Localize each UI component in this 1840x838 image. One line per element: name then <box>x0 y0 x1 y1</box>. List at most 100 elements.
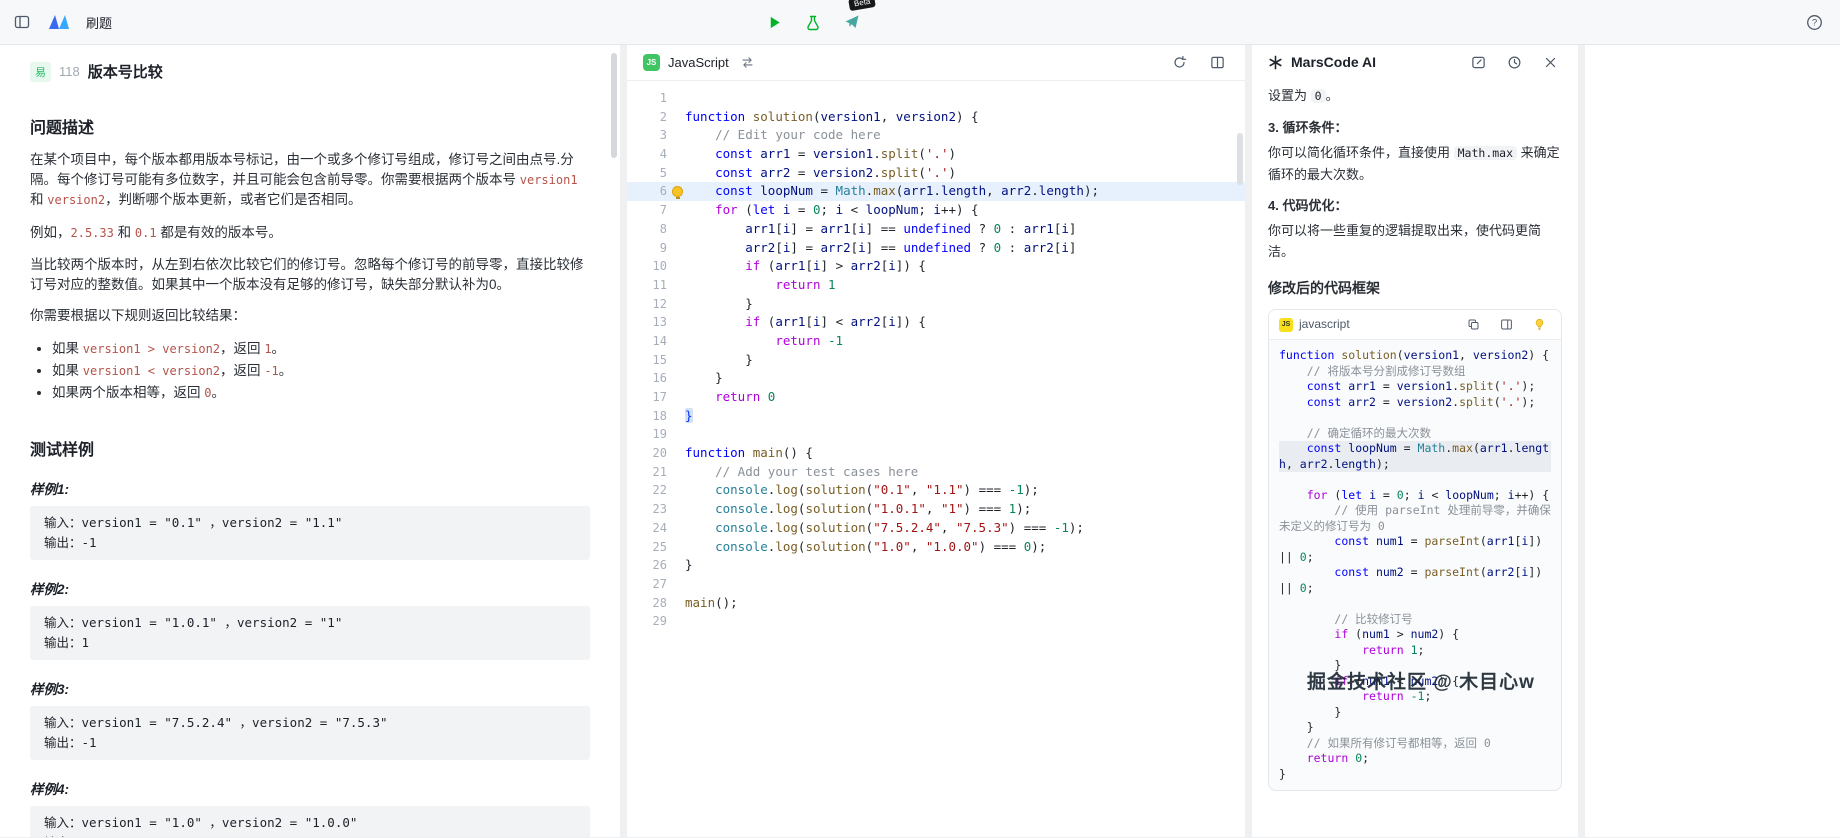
code-line[interactable]: 27 <box>627 575 1245 594</box>
example-output: 输出：-1 <box>44 734 97 750</box>
inline-code: 0 <box>204 385 212 400</box>
text-run: ，返回 <box>220 362 265 378</box>
ai-code-line: // 确定循环的最大次数 <box>1306 425 1431 440</box>
reset-code-icon[interactable] <box>1167 51 1191 75</box>
example-block: 输入：version1 = "1.0.1" ，version2 = "1" 输出：… <box>30 605 590 660</box>
code-line[interactable]: 9 arr2[i] = arr2[i] == undefined ? 0 : a… <box>627 239 1245 258</box>
editor-scrollbar-thumb[interactable] <box>1237 133 1243 185</box>
code-line[interactable]: 13 if (arr1[i] < arr2[i]) { <box>627 313 1245 332</box>
code-line[interactable]: 6 const loopNum = Math.max(arr1.length, … <box>627 182 1245 202</box>
code-line[interactable]: 4 const arr1 = version1.split('.') <box>627 145 1245 164</box>
submit-button[interactable] <box>840 10 864 34</box>
example-input: 输入：version1 = "1.0" ，version2 = "1.0.0" <box>44 814 358 830</box>
ai-code-line <box>1279 472 1551 488</box>
inline-code: version1 > version2 <box>82 341 221 356</box>
ai-code-line: } <box>1279 766 1286 781</box>
copy-code-icon[interactable] <box>1461 313 1485 337</box>
code-line[interactable]: 15 } <box>627 351 1245 370</box>
problem-title: 版本号比较 <box>87 64 163 81</box>
code-line[interactable]: 25 console.log(solution("1.0", "1.0.0") … <box>627 538 1245 557</box>
code-line[interactable]: 14 return -1 <box>627 332 1245 351</box>
code-line[interactable]: 28 main(); <box>627 594 1245 613</box>
code-line[interactable]: 12 } <box>627 295 1245 314</box>
code-line[interactable]: 24 console.log(solution("7.5.2.4", "7.5.… <box>627 519 1245 538</box>
help-icon[interactable]: ? <box>1802 11 1826 35</box>
line-number: 25 <box>652 539 667 554</box>
inline-code: version1 <box>519 172 578 187</box>
inline-code: 0.1 <box>134 225 157 240</box>
text-run: 和 <box>113 224 135 240</box>
topbar: 刷题 Beta ? <box>0 0 1840 45</box>
split-view-icon[interactable] <box>1205 51 1229 75</box>
line-number: 7 <box>659 203 667 218</box>
code-editor[interactable]: 1 2 function solution(version1, version2) … <box>627 81 1245 631</box>
apply-suggestion-icon[interactable] <box>1527 313 1551 337</box>
ai-text: 你可以将一些重复的逻辑提取出来，使代码更简洁。 <box>1268 223 1542 259</box>
line-number: 11 <box>652 277 667 292</box>
code-line[interactable]: 16 } <box>627 369 1245 388</box>
code-line[interactable]: 21 // Add your test cases here <box>627 463 1245 482</box>
code-line[interactable]: 5 const arr2 = version2.split('.') <box>627 164 1245 183</box>
text-run: 如果 <box>52 362 83 378</box>
sidebar-toggle-icon[interactable] <box>10 10 34 34</box>
ai-code-line: // 比较修订号 <box>1334 611 1413 626</box>
code-line[interactable]: 26} <box>627 556 1245 575</box>
paragraph: 例如，2.5.33 和 0.1 都是有效的版本号。 <box>30 223 590 244</box>
ai-code-line <box>1279 596 1551 612</box>
line-number: 3 <box>659 128 667 143</box>
code-line[interactable]: 3 // Edit your code here <box>627 126 1245 145</box>
text-run: 例如， <box>30 224 71 240</box>
ai-text: 你可以简化循环条件，直接使用 Math.max 来确定循环的最大次数。 <box>1268 145 1560 182</box>
ai-code-header: JS javascript <box>1269 310 1561 340</box>
left-scrollbar-thumb[interactable] <box>611 53 617 158</box>
code-line[interactable]: 17 return 0 <box>627 388 1245 407</box>
inline-code: Math.max <box>1453 146 1518 160</box>
line-number: 13 <box>652 315 667 330</box>
text-run: 如果 <box>52 340 83 356</box>
problem-id: 118 <box>59 64 80 79</box>
new-chat-icon[interactable] <box>1466 50 1490 74</box>
code-line[interactable]: 20 function main() { <box>627 444 1245 463</box>
editor-language-label: JavaScript <box>668 55 729 70</box>
paragraph: 当比较两个版本时，从左到右依次比较它们的修订号。忽略每个修订号的前导零，直接比较… <box>30 255 590 294</box>
close-icon[interactable] <box>1538 50 1562 74</box>
line-number: 26 <box>652 558 667 573</box>
code-line[interactable]: 8 arr1[i] = arr1[i] == undefined ? 0 : a… <box>627 220 1245 239</box>
difficulty-badge: 易 <box>30 61 51 82</box>
insert-code-icon[interactable] <box>1494 313 1518 337</box>
code-line[interactable]: 11 return 1 <box>627 276 1245 295</box>
example-output: 输出：-1 <box>44 534 97 550</box>
ai-code-line: const num1 = parseInt(arr1[i]) || 0; <box>1279 534 1550 564</box>
text-run: ，判断哪个版本更新，或者它们是否相同。 <box>105 192 362 207</box>
run-tests-button[interactable] <box>801 11 825 35</box>
line-number: 5 <box>659 165 667 180</box>
example-output: 输出：0 <box>44 833 576 838</box>
code-line[interactable]: 10 if (arr1[i] > arr2[i]) { <box>627 257 1245 276</box>
run-button[interactable] <box>762 11 786 35</box>
code-line[interactable]: 2 function solution(version1, version2) { <box>627 108 1245 127</box>
code-line[interactable]: 22 console.log(solution("0.1", "1.1") ==… <box>627 481 1245 500</box>
code-line[interactable]: 18} <box>627 407 1245 426</box>
text-run: 和 <box>30 192 48 207</box>
example-input: 输入：version1 = "1.0.1" ，version2 = "1" <box>44 614 343 630</box>
code-line[interactable]: 1 <box>627 89 1245 108</box>
line-number: 2 <box>659 109 667 124</box>
example-block: 输入：version1 = "7.5.2.4" ，version2 = "7.5… <box>30 705 590 760</box>
ai-code-line: const num2 = parseInt(arr2[i]) || 0; <box>1279 565 1550 595</box>
line-number: 29 <box>652 614 667 629</box>
line-number: 6 <box>659 184 667 199</box>
code-line[interactable]: 23 console.log(solution("1.0.1", "1") ==… <box>627 500 1245 519</box>
beta-badge: Beta <box>848 0 877 12</box>
example-label: 样例4: <box>30 781 70 797</box>
code-line[interactable]: 29 <box>627 612 1245 631</box>
rule-item: 如果 version1 > version2，返回 1。 <box>52 338 590 360</box>
code-line[interactable]: 7 for (let i = 0; i < loopNum; i++) { <box>627 201 1245 220</box>
right-empty-area <box>1585 45 1840 837</box>
language-swap-icon[interactable] <box>736 51 760 75</box>
inline-code: 2.5.33 <box>70 225 114 240</box>
code-line[interactable]: 19 <box>627 425 1245 444</box>
line-number: 8 <box>659 221 667 236</box>
rule-list: 如果 version1 > version2，返回 1。如果 version1 … <box>30 338 590 404</box>
javascript-mini-icon: JS <box>1279 317 1293 332</box>
history-icon[interactable] <box>1502 50 1526 74</box>
